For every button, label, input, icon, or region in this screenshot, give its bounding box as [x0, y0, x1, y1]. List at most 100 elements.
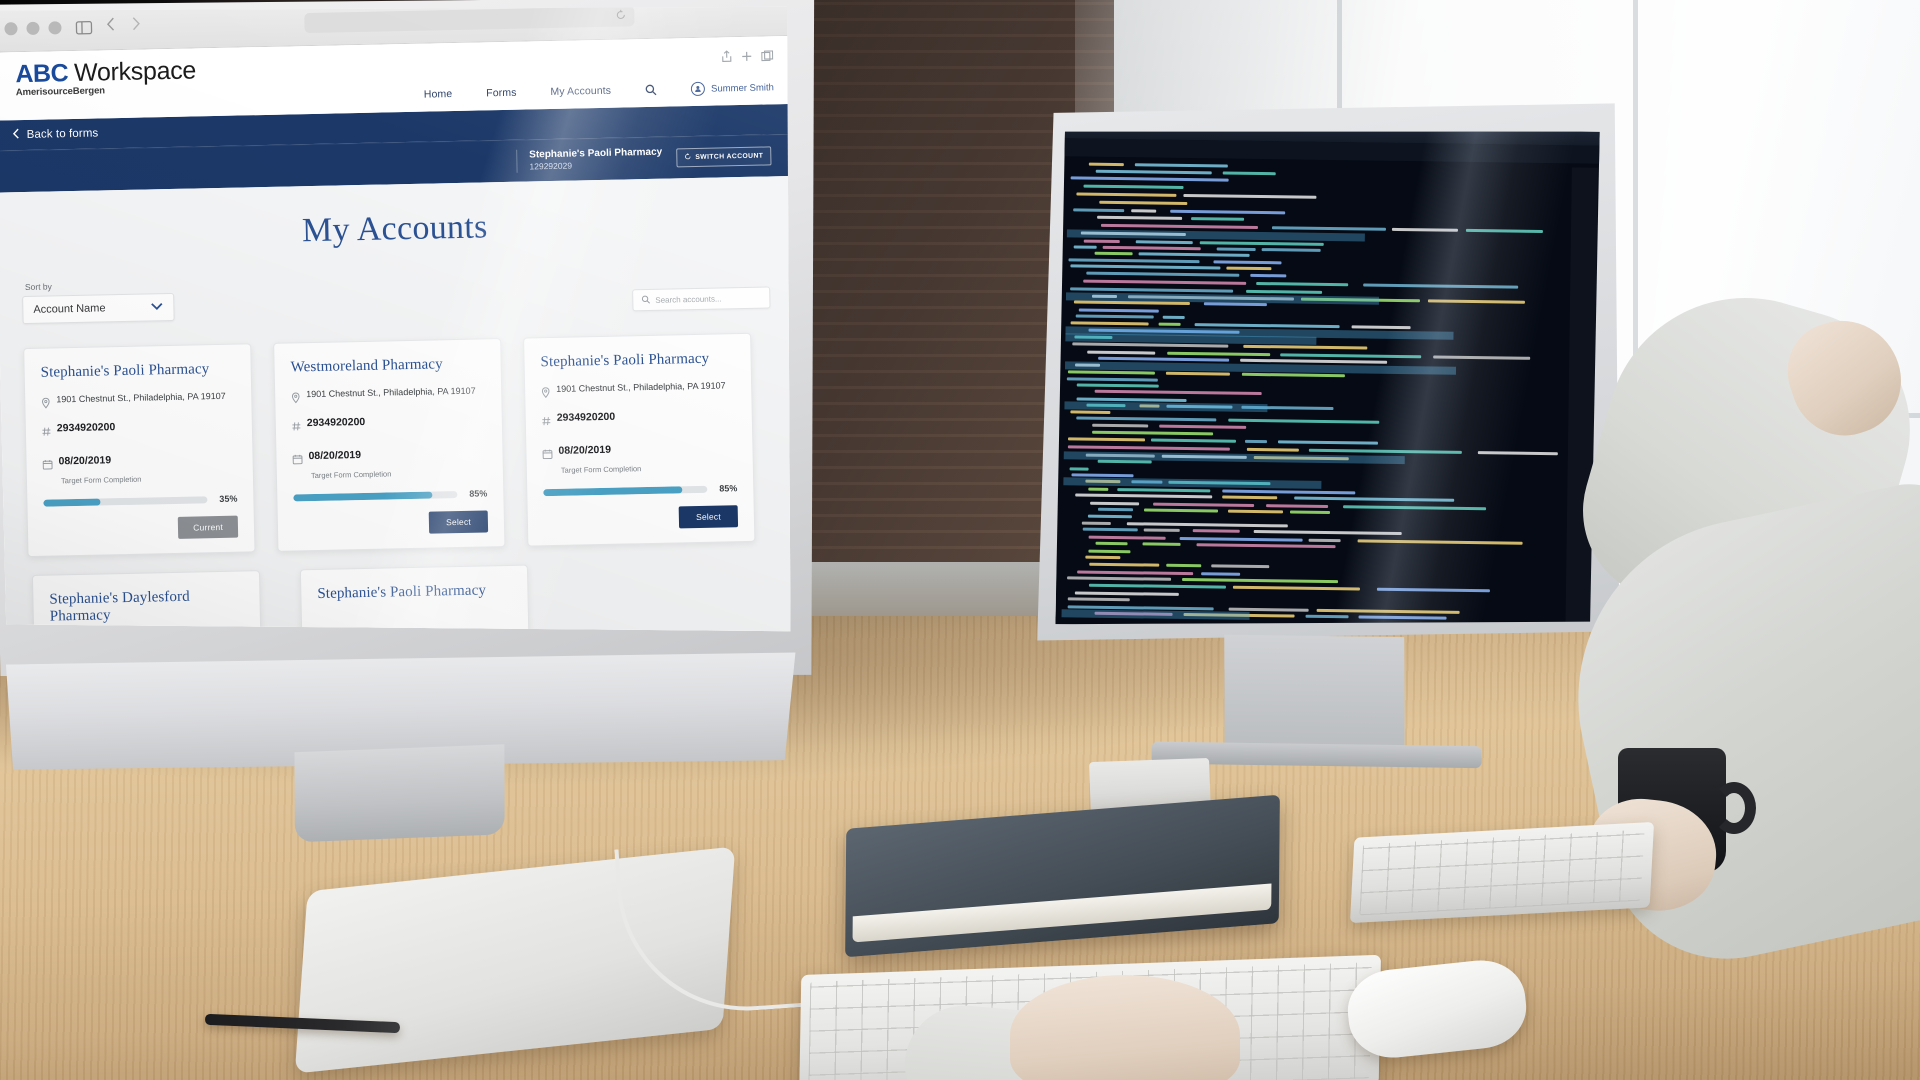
hash-icon: [542, 413, 551, 431]
calendar-icon: [292, 451, 302, 469]
current-account-badge: Current: [178, 516, 238, 539]
window-traffic-lights[interactable]: [4, 21, 61, 35]
progress-percent: 85%: [469, 488, 488, 499]
search-icon[interactable]: [645, 84, 657, 96]
progress-track: [543, 485, 707, 495]
nav-forms[interactable]: Forms: [486, 87, 516, 100]
zoom-icon[interactable]: [48, 21, 61, 34]
browser-forward-icon[interactable]: [131, 17, 140, 36]
account-card-progress: 85%: [293, 488, 487, 502]
location-pin-icon: [41, 396, 50, 414]
coffee-mug-handle: [1712, 782, 1756, 834]
user-icon: [691, 82, 705, 96]
reload-icon[interactable]: [615, 9, 626, 23]
minimize-icon[interactable]: [26, 22, 39, 35]
account-card[interactable]: Stephanie's Paoli Pharmacy 1901 Chestnut…: [523, 333, 755, 547]
account-card-number-row: 2934920200: [292, 413, 486, 436]
hash-icon: [292, 418, 301, 436]
web-app: ABC Workspace AmerisourceBergen Home For…: [0, 36, 803, 652]
account-card-progress-label: Target Form Completion: [310, 469, 392, 481]
address-bar[interactable]: [304, 6, 634, 33]
search-accounts-input[interactable]: Search accounts...: [632, 286, 770, 311]
account-card-number-row: 2934920200: [42, 419, 236, 442]
location-pin-icon: [291, 390, 300, 408]
app-logo[interactable]: ABC Workspace AmerisourceBergen: [9, 58, 196, 97]
switch-account-button[interactable]: SWITCH ACCOUNT: [676, 146, 771, 167]
account-card[interactable]: Westmoreland Pharmacy 1901 Chestnut St.,…: [273, 338, 505, 552]
account-card-address: 1901 Chestnut St., Philadelphia, PA 1910…: [556, 380, 726, 394]
chevron-down-icon: [150, 301, 163, 313]
screenshot-scene: ABC Workspace AmerisourceBergen Home For…: [0, 0, 1920, 1080]
search-icon: [641, 294, 650, 305]
progress-track: [293, 491, 457, 501]
progress-percent: 35%: [219, 493, 238, 505]
account-card[interactable]: Stephanie's Paoli Pharmacy 1901 Chestnut…: [23, 343, 255, 557]
main-nav: Home Forms My Accounts Summer Smith: [424, 74, 774, 101]
account-card-address: 1901 Chestnut St., Philadelphia, PA 1910…: [56, 390, 226, 405]
sort-control: Sort by Account Name: [22, 279, 175, 324]
logo-subtitle: AmerisourceBergen: [15, 85, 106, 99]
account-card-date-row: 08/20/2019: [42, 452, 236, 475]
account-card-address-row: 1901 Chestnut St., Philadelphia, PA 1910…: [541, 380, 735, 403]
header-tools: [721, 48, 773, 67]
account-card-progress: 35%: [43, 494, 237, 508]
sort-select-value: Account Name: [33, 302, 106, 316]
page-body: My Accounts Sort by Account Name Search …: [0, 176, 803, 652]
progress-fill: [43, 498, 101, 506]
progress-track: [43, 496, 207, 506]
browser-back-icon[interactable]: [106, 17, 115, 36]
account-card-address-row: 1901 Chestnut St., Philadelphia, PA 1910…: [41, 391, 235, 414]
account-card-number: 2934920200: [556, 410, 616, 424]
account-card-title: Stephanie's Paoli Pharmacy: [40, 361, 210, 381]
second-monitor-stand: [1224, 634, 1405, 758]
account-card-address-row: 1901 Chestnut St., Philadelphia, PA 1910…: [291, 385, 485, 408]
user-menu[interactable]: Summer Smith: [691, 80, 774, 96]
sort-by-label: Sort by: [24, 281, 52, 293]
select-account-button[interactable]: Select: [429, 510, 488, 533]
sort-select[interactable]: Account Name: [22, 293, 175, 324]
second-keyboard: [1349, 821, 1655, 924]
account-card-number-row: 2934920200: [542, 408, 736, 431]
account-card-title: Stephanie's Daylesford Pharmacy: [49, 588, 190, 625]
account-card-progress-label: Target Form Completion: [560, 464, 642, 475]
search-placeholder: Search accounts...: [655, 293, 722, 305]
progress-percent: 85%: [719, 483, 738, 494]
imac-screen: ABC Workspace AmerisourceBergen Home For…: [0, 0, 803, 652]
account-card-date: 08/20/2019: [308, 449, 362, 463]
progress-fill: [543, 486, 683, 496]
progress-fill: [293, 491, 433, 501]
logo-workspace: Workspace: [73, 56, 197, 87]
account-card-date: 08/20/2019: [558, 443, 612, 457]
back-to-forms-label: Back to forms: [26, 127, 99, 141]
imac-foot: [294, 744, 505, 843]
nav-home[interactable]: Home: [424, 88, 453, 101]
refresh-icon: [684, 153, 691, 162]
location-pin-icon: [541, 385, 550, 403]
sidebar-icon[interactable]: [75, 20, 92, 34]
code-editor-screen: [1055, 124, 1602, 631]
current-account-number: 129292029: [529, 160, 573, 172]
calendar-icon: [42, 457, 52, 475]
account-card-title: Stephanie's Paoli Pharmacy: [540, 350, 710, 371]
account-card-number: 2934920200: [56, 421, 116, 435]
current-account-info: Stephanie's Paoli Pharmacy 129292029: [516, 147, 662, 173]
logo-abc: ABC: [15, 59, 69, 89]
close-icon[interactable]: [4, 22, 17, 35]
switch-account-label: SWITCH ACCOUNT: [695, 152, 764, 161]
tabs-icon[interactable]: [761, 48, 773, 66]
account-card-number: 2934920200: [306, 415, 366, 430]
user-name: Summer Smith: [710, 81, 775, 95]
calendar-icon: [542, 446, 552, 464]
nav-my-accounts[interactable]: My Accounts: [550, 85, 611, 98]
hash-icon: [42, 424, 51, 442]
select-account-button[interactable]: Select: [679, 505, 738, 528]
account-card-progress-label: Target Form Completion: [60, 474, 142, 486]
imac-monitor: ABC Workspace AmerisourceBergen Home For…: [0, 0, 842, 843]
account-card-title: Westmoreland Pharmacy: [290, 356, 443, 376]
account-card-date-row: 08/20/2019: [542, 441, 736, 464]
account-card-title: Stephanie's Paoli Pharmacy: [317, 582, 487, 602]
share-icon[interactable]: [721, 49, 732, 67]
second-monitor: [1023, 92, 1633, 790]
plus-icon[interactable]: [741, 49, 752, 67]
accounts-card-grid: Stephanie's Paoli Pharmacy 1901 Chestnut…: [23, 332, 775, 557]
